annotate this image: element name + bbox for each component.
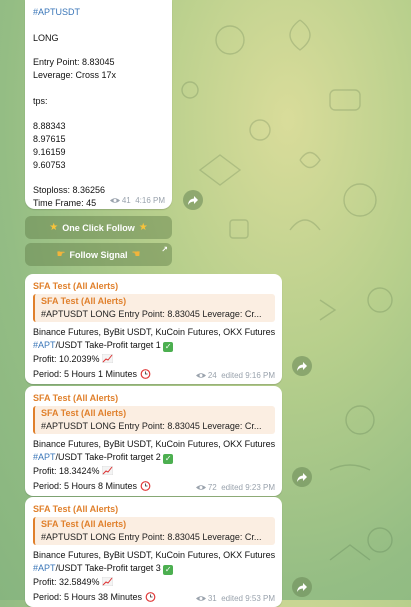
alert-target: #APT/USDT Take-Profit target 3 ✓ bbox=[33, 563, 174, 575]
share-icon bbox=[297, 582, 307, 592]
alert-period-line: Period: 5 Hours 8 Minutes bbox=[33, 480, 151, 491]
signal-tp-2: 8.97615 bbox=[33, 134, 66, 144]
views-count: 31 bbox=[207, 594, 217, 603]
share-icon bbox=[297, 361, 307, 371]
alert-hashtag[interactable]: #APT bbox=[33, 452, 56, 462]
message-meta: 24 edited 9:16 PM bbox=[195, 371, 275, 380]
reply-sender: SFA Test (All Alerts) bbox=[41, 296, 127, 306]
follow-signal-button[interactable]: ☛ Follow Signal ☚ ↗ bbox=[25, 243, 172, 266]
alarm-clock-icon bbox=[140, 481, 150, 491]
views-count: 24 bbox=[207, 371, 217, 380]
alert-sender[interactable]: SFA Test (All Alerts) bbox=[33, 281, 118, 291]
alert-exchanges: Binance Futures, ByBit USDT, KuCoin Futu… bbox=[33, 327, 276, 337]
alert-profit-line: Profit: 32.5849% bbox=[33, 577, 114, 587]
follow-signal-label: Follow Signal bbox=[69, 249, 128, 260]
alert-profit: Profit: 18.3424% bbox=[33, 466, 100, 476]
alert-period-line: Period: 5 Hours 1 Minutes bbox=[33, 368, 151, 379]
star-icon: ★ bbox=[49, 222, 59, 233]
open-link-icon: ↗ bbox=[161, 245, 168, 254]
alarm-clock-icon bbox=[145, 592, 155, 602]
one-click-follow-label: One Click Follow bbox=[62, 222, 135, 233]
message-meta: 72 edited 9:23 PM bbox=[195, 483, 275, 492]
alert-target: #APT/USDT Take-Profit target 1 ✓ bbox=[33, 340, 174, 352]
check-icon: ✓ bbox=[163, 454, 174, 464]
signal-hashtag[interactable]: #APTUSDT bbox=[33, 7, 80, 17]
alert-target: #APT/USDT Take-Profit target 2 ✓ bbox=[33, 452, 174, 464]
chart-up-icon bbox=[102, 466, 114, 475]
message-time: edited 9:16 PM bbox=[221, 371, 275, 380]
signal-leverage: Leverage: Cross 17x bbox=[33, 70, 117, 80]
alert-exchanges: Binance Futures, ByBit USDT, KuCoin Futu… bbox=[33, 439, 276, 449]
alert-target-text: /USDT Take-Profit target 3 bbox=[55, 563, 161, 573]
alert-hashtag[interactable]: #APT bbox=[33, 340, 56, 350]
pointing-hand-icon: ☚ bbox=[131, 249, 141, 260]
signal-tp-3: 9.16159 bbox=[33, 147, 66, 157]
share-button[interactable] bbox=[292, 577, 312, 597]
take-profit-alert: SFA Test (All Alerts) SFA Test (All Aler… bbox=[25, 386, 282, 496]
alert-profit-line: Profit: 18.3424% bbox=[33, 466, 114, 476]
alert-target-text: /USDT Take-Profit target 1 bbox=[55, 340, 161, 350]
chart-up-icon bbox=[102, 577, 114, 586]
signal-tp-4: 9.60753 bbox=[33, 160, 66, 170]
reply-text: #APTUSDT LONG Entry Point: 8.83045 Lever… bbox=[41, 309, 262, 319]
views-icon bbox=[109, 198, 120, 203]
alert-profit: Profit: 32.5849% bbox=[33, 577, 100, 587]
reply-quote[interactable]: SFA Test (All Alerts) #APTUSDT LONG Entr… bbox=[33, 406, 275, 434]
alert-profit-line: Profit: 10.2039% bbox=[33, 354, 114, 364]
alert-sender[interactable]: SFA Test (All Alerts) bbox=[33, 504, 118, 514]
alert-hashtag[interactable]: #APT bbox=[33, 563, 56, 573]
message-meta: 31 edited 9:53 PM bbox=[195, 594, 275, 603]
message-meta: 41 4:16 PM bbox=[109, 196, 165, 205]
reply-sender: SFA Test (All Alerts) bbox=[41, 519, 127, 529]
signal-entry: Entry Point: 8.83045 bbox=[33, 57, 115, 67]
views-icon bbox=[195, 485, 206, 490]
reply-sender: SFA Test (All Alerts) bbox=[41, 408, 127, 418]
alert-period: Period: 5 Hours 8 Minutes bbox=[33, 481, 138, 491]
share-button[interactable] bbox=[292, 356, 312, 376]
share-icon bbox=[188, 195, 198, 205]
alert-period-line: Period: 5 Hours 38 Minutes bbox=[33, 591, 156, 602]
one-click-follow-button[interactable]: ★ One Click Follow ★ bbox=[25, 216, 172, 239]
star-icon: ★ bbox=[138, 222, 148, 233]
signal-direction: LONG bbox=[33, 33, 59, 43]
alert-target-text: /USDT Take-Profit target 2 bbox=[55, 452, 161, 462]
alarm-clock-icon bbox=[140, 369, 150, 379]
reply-text: #APTUSDT LONG Entry Point: 8.83045 Lever… bbox=[41, 421, 262, 431]
signal-stoploss: Stoploss: 8.36256 bbox=[33, 185, 106, 195]
signal-tps-label: tps: bbox=[33, 96, 48, 106]
reply-quote[interactable]: SFA Test (All Alerts) #APTUSDT LONG Entr… bbox=[33, 294, 275, 322]
signal-message: #APTUSDT LONG Entry Point: 8.83045 Lever… bbox=[25, 0, 172, 209]
pointing-hand-icon: ☛ bbox=[56, 249, 66, 260]
views-count: 41 bbox=[121, 196, 131, 205]
message-time: edited 9:23 PM bbox=[221, 483, 275, 492]
chart-up-icon bbox=[102, 354, 114, 363]
views-icon bbox=[195, 596, 206, 601]
share-icon bbox=[297, 472, 307, 482]
check-icon: ✓ bbox=[163, 342, 174, 352]
alert-period: Period: 5 Hours 1 Minutes bbox=[33, 369, 138, 379]
message-time: edited 9:53 PM bbox=[221, 594, 275, 603]
check-icon: ✓ bbox=[163, 565, 174, 575]
take-profit-alert: SFA Test (All Alerts) SFA Test (All Aler… bbox=[25, 497, 282, 607]
signal-tp-1: 8.88343 bbox=[33, 121, 66, 131]
take-profit-alert: SFA Test (All Alerts) SFA Test (All Aler… bbox=[25, 274, 282, 384]
share-button[interactable] bbox=[292, 467, 312, 487]
alert-sender[interactable]: SFA Test (All Alerts) bbox=[33, 393, 118, 403]
reply-quote[interactable]: SFA Test (All Alerts) #APTUSDT LONG Entr… bbox=[33, 517, 275, 545]
views-icon bbox=[195, 373, 206, 378]
views-count: 72 bbox=[207, 483, 217, 492]
alert-period: Period: 5 Hours 38 Minutes bbox=[33, 592, 143, 602]
reply-text: #APTUSDT LONG Entry Point: 8.83045 Lever… bbox=[41, 532, 262, 542]
alert-profit: Profit: 10.2039% bbox=[33, 354, 100, 364]
signal-timeframe: Time Frame: 45 bbox=[33, 198, 97, 208]
message-time: 4:16 PM bbox=[135, 196, 165, 205]
alert-exchanges: Binance Futures, ByBit USDT, KuCoin Futu… bbox=[33, 550, 276, 560]
share-button[interactable] bbox=[183, 190, 203, 210]
